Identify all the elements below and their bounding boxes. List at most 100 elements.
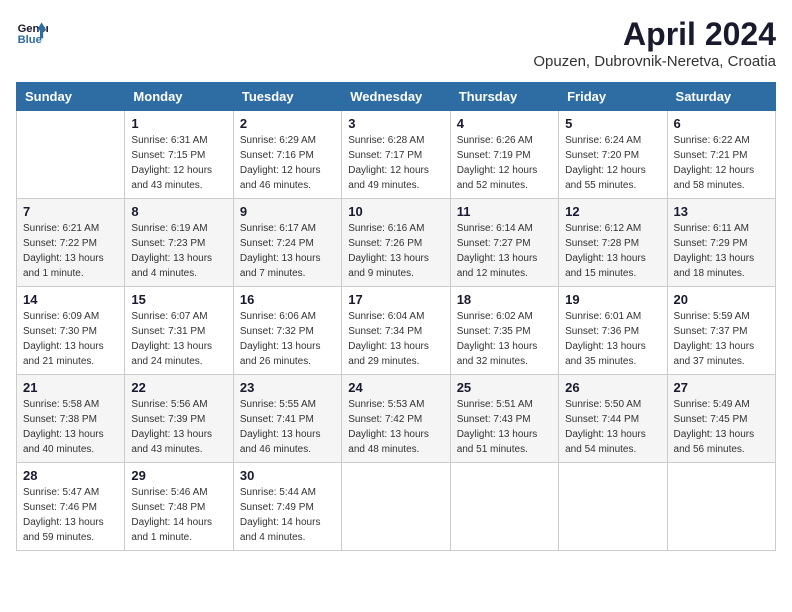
day-number: 2 <box>240 116 335 131</box>
weekday-header-saturday: Saturday <box>667 83 775 111</box>
day-number: 10 <box>348 204 443 219</box>
day-info: Sunrise: 6:12 AM Sunset: 7:28 PM Dayligh… <box>565 221 660 281</box>
weekday-header-monday: Monday <box>125 83 233 111</box>
day-cell: 12Sunrise: 6:12 AM Sunset: 7:28 PM Dayli… <box>559 199 667 287</box>
weekday-header-wednesday: Wednesday <box>342 83 450 111</box>
day-info: Sunrise: 5:59 AM Sunset: 7:37 PM Dayligh… <box>674 309 769 369</box>
day-cell: 4 Sunrise: 6:26 AM Sunset: 7:19 PM Daylig… <box>450 111 558 199</box>
weekday-header-friday: Friday <box>559 83 667 111</box>
day-info: Sunrise: 6:06 AM Sunset: 7:32 PM Dayligh… <box>240 309 335 369</box>
day-cell: 13 Sunrise: 6:11 AM Sunset: 7:29 PM Dayli… <box>667 199 775 287</box>
day-cell: 21Sunrise: 5:58 AM Sunset: 7:38 PM Dayli… <box>17 375 125 463</box>
location: Opuzen, Dubrovnik-Neretva, Croatia <box>533 53 776 70</box>
day-cell: 20 Sunrise: 5:59 AM Sunset: 7:37 PM Dayli… <box>667 287 775 375</box>
day-cell: 24 Sunrise: 5:53 AM Sunset: 7:42 PM Dayli… <box>342 375 450 463</box>
day-number: 18 <box>457 292 552 307</box>
day-cell: 25 Sunrise: 5:51 AM Sunset: 7:43 PM Dayli… <box>450 375 558 463</box>
day-number: 27 <box>674 380 769 395</box>
day-cell <box>450 463 558 551</box>
day-info: Sunrise: 6:21 AM Sunset: 7:22 PM Dayligh… <box>23 221 118 281</box>
day-info: Sunrise: 6:02 AM Sunset: 7:35 PM Dayligh… <box>457 309 552 369</box>
day-info: Sunrise: 6:26 AM Sunset: 7:19 PM Dayligh… <box>457 133 552 193</box>
day-number: 20 <box>674 292 769 307</box>
day-cell: 16 Sunrise: 6:06 AM Sunset: 7:32 PM Dayli… <box>233 287 341 375</box>
day-info: Sunrise: 5:58 AM Sunset: 7:38 PM Dayligh… <box>23 397 118 457</box>
day-cell: 1 Sunrise: 6:31 AM Sunset: 7:15 PM Daylig… <box>125 111 233 199</box>
day-number: 3 <box>348 116 443 131</box>
day-info: Sunrise: 5:47 AM Sunset: 7:46 PM Dayligh… <box>23 485 118 545</box>
svg-text:Blue: Blue <box>18 34 42 46</box>
day-info: Sunrise: 6:11 AM Sunset: 7:29 PM Dayligh… <box>674 221 769 281</box>
day-cell: 6Sunrise: 6:22 AM Sunset: 7:21 PM Daylig… <box>667 111 775 199</box>
day-info: Sunrise: 5:53 AM Sunset: 7:42 PM Dayligh… <box>348 397 443 457</box>
week-row-4: 21Sunrise: 5:58 AM Sunset: 7:38 PM Dayli… <box>17 375 776 463</box>
day-info: Sunrise: 5:51 AM Sunset: 7:43 PM Dayligh… <box>457 397 552 457</box>
day-info: Sunrise: 6:24 AM Sunset: 7:20 PM Dayligh… <box>565 133 660 193</box>
month-title: April 2024 <box>533 16 776 53</box>
day-number: 4 <box>457 116 552 131</box>
day-info: Sunrise: 5:49 AM Sunset: 7:45 PM Dayligh… <box>674 397 769 457</box>
day-cell: 15 Sunrise: 6:07 AM Sunset: 7:31 PM Dayli… <box>125 287 233 375</box>
week-row-1: 1 Sunrise: 6:31 AM Sunset: 7:15 PM Daylig… <box>17 111 776 199</box>
weekday-header-sunday: Sunday <box>17 83 125 111</box>
day-number: 28 <box>23 468 118 483</box>
day-number: 5 <box>565 116 660 131</box>
day-cell: 26 Sunrise: 5:50 AM Sunset: 7:44 PM Dayli… <box>559 375 667 463</box>
day-number: 9 <box>240 204 335 219</box>
day-number: 15 <box>131 292 226 307</box>
day-cell: 11 Sunrise: 6:14 AM Sunset: 7:27 PM Dayli… <box>450 199 558 287</box>
day-number: 1 <box>131 116 226 131</box>
day-cell: 30Sunrise: 5:44 AM Sunset: 7:49 PM Dayli… <box>233 463 341 551</box>
page-header: General Blue April 2024 Opuzen, Dubrovni… <box>16 16 776 70</box>
day-cell: 28 Sunrise: 5:47 AM Sunset: 7:46 PM Dayli… <box>17 463 125 551</box>
logo: General Blue <box>16 16 48 48</box>
week-row-2: 7Sunrise: 6:21 AM Sunset: 7:22 PM Daylig… <box>17 199 776 287</box>
day-cell: 10 Sunrise: 6:16 AM Sunset: 7:26 PM Dayli… <box>342 199 450 287</box>
day-info: Sunrise: 6:31 AM Sunset: 7:15 PM Dayligh… <box>131 133 226 193</box>
day-number: 19 <box>565 292 660 307</box>
day-info: Sunrise: 6:17 AM Sunset: 7:24 PM Dayligh… <box>240 221 335 281</box>
day-info: Sunrise: 6:09 AM Sunset: 7:30 PM Dayligh… <box>23 309 118 369</box>
day-info: Sunrise: 6:19 AM Sunset: 7:23 PM Dayligh… <box>131 221 226 281</box>
day-info: Sunrise: 5:44 AM Sunset: 7:49 PM Dayligh… <box>240 485 335 545</box>
logo-icon: General Blue <box>16 16 48 48</box>
day-number: 11 <box>457 204 552 219</box>
day-cell: 2 Sunrise: 6:29 AM Sunset: 7:16 PM Daylig… <box>233 111 341 199</box>
day-info: Sunrise: 6:01 AM Sunset: 7:36 PM Dayligh… <box>565 309 660 369</box>
day-cell: 17 Sunrise: 6:04 AM Sunset: 7:34 PM Dayli… <box>342 287 450 375</box>
day-cell <box>667 463 775 551</box>
day-number: 8 <box>131 204 226 219</box>
week-row-3: 14Sunrise: 6:09 AM Sunset: 7:30 PM Dayli… <box>17 287 776 375</box>
day-cell: 5 Sunrise: 6:24 AM Sunset: 7:20 PM Daylig… <box>559 111 667 199</box>
day-number: 17 <box>348 292 443 307</box>
day-cell: 9 Sunrise: 6:17 AM Sunset: 7:24 PM Daylig… <box>233 199 341 287</box>
day-cell: 27 Sunrise: 5:49 AM Sunset: 7:45 PM Dayli… <box>667 375 775 463</box>
day-info: Sunrise: 6:14 AM Sunset: 7:27 PM Dayligh… <box>457 221 552 281</box>
day-number: 6 <box>674 116 769 131</box>
day-cell <box>559 463 667 551</box>
day-cell: 14Sunrise: 6:09 AM Sunset: 7:30 PM Dayli… <box>17 287 125 375</box>
day-cell: 23Sunrise: 5:55 AM Sunset: 7:41 PM Dayli… <box>233 375 341 463</box>
day-cell: 19 Sunrise: 6:01 AM Sunset: 7:36 PM Dayli… <box>559 287 667 375</box>
title-block: April 2024 Opuzen, Dubrovnik-Neretva, Cr… <box>533 16 776 70</box>
week-row-5: 28 Sunrise: 5:47 AM Sunset: 7:46 PM Dayli… <box>17 463 776 551</box>
day-info: Sunrise: 6:29 AM Sunset: 7:16 PM Dayligh… <box>240 133 335 193</box>
day-info: Sunrise: 5:50 AM Sunset: 7:44 PM Dayligh… <box>565 397 660 457</box>
weekday-header-tuesday: Tuesday <box>233 83 341 111</box>
day-number: 13 <box>674 204 769 219</box>
day-number: 25 <box>457 380 552 395</box>
day-info: Sunrise: 5:46 AM Sunset: 7:48 PM Dayligh… <box>131 485 226 545</box>
day-info: Sunrise: 6:07 AM Sunset: 7:31 PM Dayligh… <box>131 309 226 369</box>
day-info: Sunrise: 6:04 AM Sunset: 7:34 PM Dayligh… <box>348 309 443 369</box>
day-number: 16 <box>240 292 335 307</box>
day-info: Sunrise: 6:16 AM Sunset: 7:26 PM Dayligh… <box>348 221 443 281</box>
day-cell: 22 Sunrise: 5:56 AM Sunset: 7:39 PM Dayli… <box>125 375 233 463</box>
day-number: 26 <box>565 380 660 395</box>
day-info: Sunrise: 5:56 AM Sunset: 7:39 PM Dayligh… <box>131 397 226 457</box>
day-number: 24 <box>348 380 443 395</box>
day-cell <box>17 111 125 199</box>
weekday-header-thursday: Thursday <box>450 83 558 111</box>
day-cell: 7Sunrise: 6:21 AM Sunset: 7:22 PM Daylig… <box>17 199 125 287</box>
day-number: 23 <box>240 380 335 395</box>
day-number: 22 <box>131 380 226 395</box>
